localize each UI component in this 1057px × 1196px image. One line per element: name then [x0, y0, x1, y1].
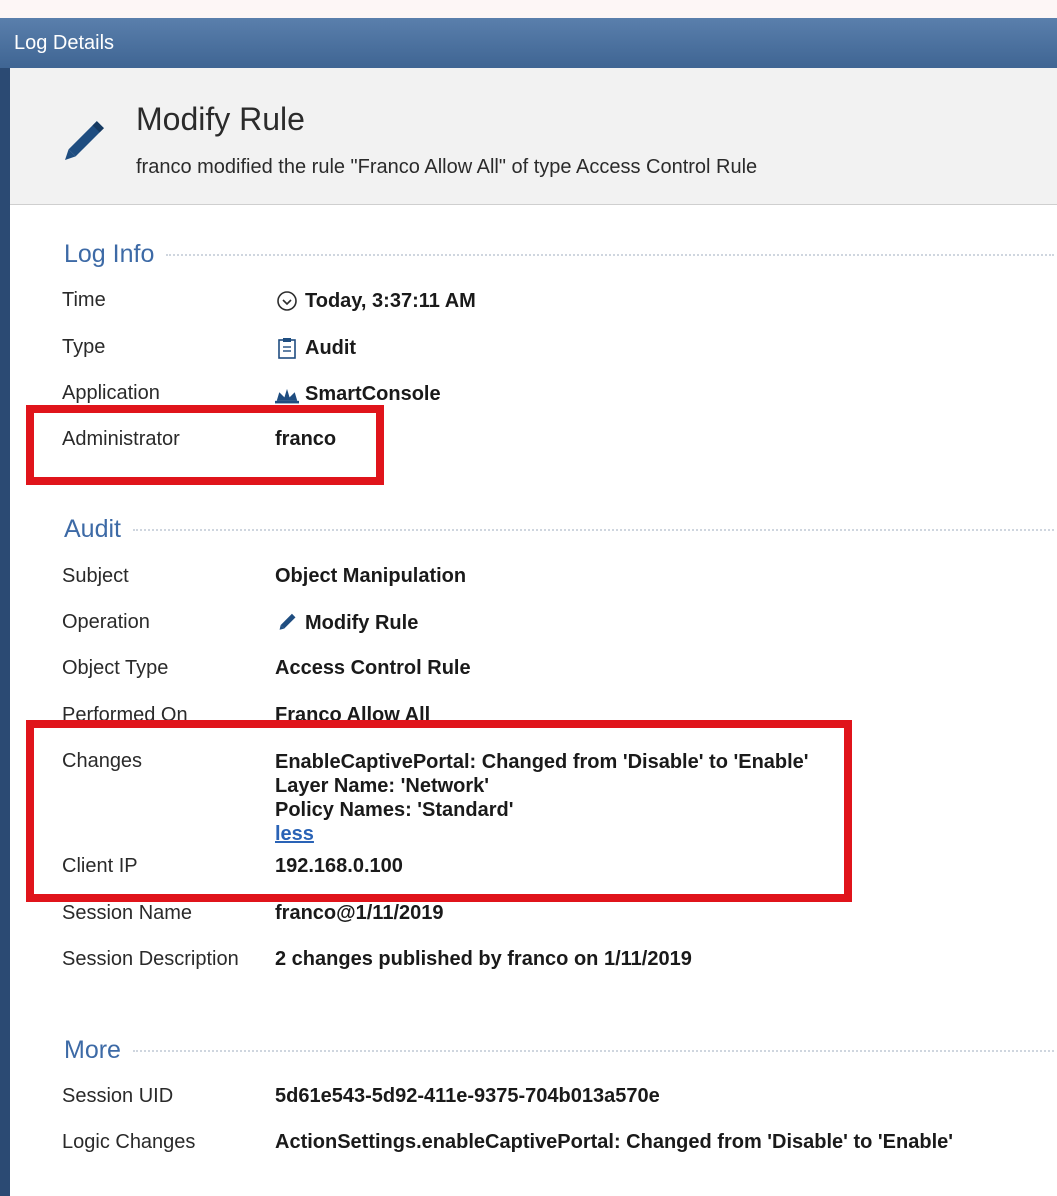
value-application-text: SmartConsole [305, 382, 441, 405]
value-type: Audit [275, 336, 356, 360]
label-time: Time [62, 289, 106, 311]
value-application: SmartConsole [275, 382, 441, 406]
section-audit: Audit [64, 515, 1054, 544]
value-logic-changes: ActionSettings.enableCaptivePortal: Chan… [275, 1131, 954, 1153]
label-logic-changes: Logic Changes [62, 1131, 196, 1153]
divider [166, 253, 1054, 256]
label-object-type: Object Type [62, 657, 169, 679]
value-type-text: Audit [305, 336, 357, 359]
value-session-name: franco@1/11/2019 [275, 902, 444, 924]
value-operation-text: Modify Rule [305, 611, 419, 634]
window-title: Log Details [0, 18, 1057, 68]
section-title-more: More [64, 1036, 121, 1064]
pencil-icon [65, 121, 104, 160]
label-type: Type [62, 336, 106, 358]
section-more: More [64, 1036, 1054, 1065]
value-time-text: Today, 3:37:11 AM [305, 289, 476, 312]
highlight-box-administrator [26, 405, 384, 485]
label-session-uid: Session UID [62, 1085, 174, 1107]
pencil-icon [279, 613, 296, 630]
divider [132, 528, 1054, 531]
log-header: Modify Rule franco modified the rule "Fr… [10, 68, 1057, 205]
crown-icon [275, 388, 299, 404]
label-application: Application [62, 382, 160, 404]
value-session-uid: 5d61e543-5d92-411e-9375-704b013a570e [275, 1085, 660, 1107]
highlight-box-changes [26, 720, 852, 902]
label-subject: Subject [62, 565, 129, 587]
label-session-name: Session Name [62, 902, 193, 924]
value-subject: Object Manipulation [275, 565, 467, 587]
value-object-type: Access Control Rule [275, 657, 471, 679]
value-operation: Modify Rule [275, 611, 418, 635]
divider [132, 1049, 1054, 1052]
header-description: franco modified the rule "Franco Allow A… [136, 156, 758, 178]
clock-icon [277, 291, 297, 311]
section-log-info: Log Info [64, 240, 1054, 269]
label-operation: Operation [62, 611, 150, 633]
log-details-window: Log Details Modify Rule franco modified … [0, 18, 1057, 1196]
label-session-description: Session Description [62, 948, 239, 970]
header-title: Modify Rule [136, 101, 305, 137]
section-title-log-info: Log Info [64, 240, 155, 268]
value-time: Today, 3:37:11 AM [275, 289, 476, 313]
value-session-description: 2 changes published by franco on 1/11/20… [275, 948, 692, 970]
section-title-audit: Audit [64, 515, 121, 543]
clipboard-icon [278, 338, 296, 359]
